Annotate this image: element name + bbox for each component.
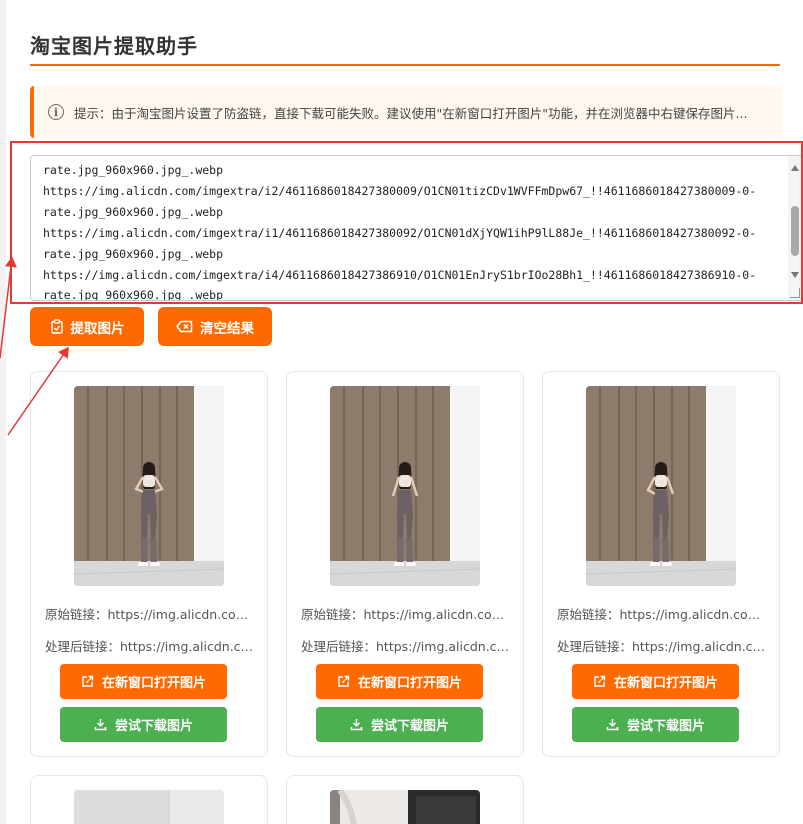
scroll-down-arrow-icon[interactable]: [791, 272, 799, 278]
extract-button-label: 提取图片: [70, 320, 125, 337]
download-button-label: 尝试下载图片: [626, 719, 705, 734]
url-line: rate.jpg_960x960.jpg_.webp: [43, 288, 224, 301]
open-in-new-window-button[interactable]: 在新窗口打开图片: [572, 664, 739, 699]
backspace-icon: [176, 320, 193, 333]
open-in-new-window-button[interactable]: 在新窗口打开图片: [60, 664, 227, 699]
open-in-new-window-button[interactable]: 在新窗口打开图片: [316, 664, 483, 699]
original-link: 原始链接：https://img.alicdn.com...: [557, 607, 767, 622]
product-image[interactable]: [74, 386, 224, 586]
image-card: [30, 775, 268, 824]
scroll-up-arrow-icon[interactable]: [791, 165, 799, 171]
clipboard-icon: [50, 319, 63, 334]
download-image-button[interactable]: 尝试下载图片: [60, 707, 227, 742]
info-icon: i: [48, 104, 64, 120]
app-page: 淘宝图片提取助手 i 提示：由于淘宝图片设置了防盗链，直接下载可能失败。建议使用…: [6, 0, 803, 824]
external-link-icon: [594, 675, 606, 687]
download-image-button[interactable]: 尝试下载图片: [316, 707, 483, 742]
download-icon: [606, 719, 619, 731]
original-link: 原始链接：https://img.alicdn.com...: [301, 607, 511, 622]
product-image[interactable]: [74, 790, 224, 824]
url-line: rate.jpg_960x960.jpg_.webp: [43, 204, 224, 219]
textarea-scrollbar[interactable]: [788, 156, 802, 300]
image-card: 原始链接：https://img.alicdn.com... 处理后链接：htt…: [542, 371, 780, 757]
product-image[interactable]: [330, 790, 480, 824]
url-line: https://img.alicdn.com/imgextra/i1/46116…: [43, 225, 757, 240]
image-card: [286, 775, 524, 824]
download-icon: [94, 719, 107, 731]
notice-text: 提示：由于淘宝图片设置了防盗链，直接下载可能失败。建议使用"在新窗口打开图片"功…: [74, 105, 748, 121]
page-title: 淘宝图片提取助手: [30, 34, 198, 58]
extract-images-button[interactable]: 提取图片: [30, 307, 144, 346]
original-link: 原始链接：https://img.alicdn.com...: [45, 607, 255, 622]
image-card: 原始链接：https://img.alicdn.com... 处理后链接：htt…: [286, 371, 524, 757]
processed-link: 处理后链接：https://img.alicdn.co...: [557, 639, 767, 654]
product-image[interactable]: [330, 386, 480, 586]
resize-grip-icon[interactable]: [790, 288, 800, 298]
url-line: https://img.alicdn.com/imgextra/i2/46116…: [43, 183, 757, 198]
processed-link: 处理后链接：https://img.alicdn.co...: [301, 639, 511, 654]
product-image[interactable]: [586, 386, 736, 586]
processed-link: 处理后链接：https://img.alicdn.co...: [45, 639, 255, 654]
clear-button-label: 清空结果: [200, 320, 254, 337]
title-divider: [30, 64, 780, 66]
image-card: 原始链接：https://img.alicdn.com... 处理后链接：htt…: [30, 371, 268, 757]
download-icon: [350, 719, 363, 731]
notice-banner: i 提示：由于淘宝图片设置了防盗链，直接下载可能失败。建议使用"在新窗口打开图片…: [30, 86, 782, 138]
url-textarea[interactable]: rate.jpg_960x960.jpg_.webp https://img.a…: [30, 155, 803, 301]
url-line: rate.jpg_960x960.jpg_.webp: [43, 163, 224, 177]
download-button-label: 尝试下载图片: [114, 719, 193, 734]
external-link-icon: [82, 675, 94, 687]
url-line: https://img.alicdn.com/imgextra/i4/46116…: [43, 267, 757, 282]
download-image-button[interactable]: 尝试下载图片: [572, 707, 739, 742]
download-button-label: 尝试下载图片: [370, 719, 449, 734]
open-button-label: 在新窗口打开图片: [101, 676, 206, 691]
url-line: rate.jpg_960x960.jpg_.webp: [43, 246, 224, 261]
open-button-label: 在新窗口打开图片: [357, 676, 462, 691]
open-button-label: 在新窗口打开图片: [613, 676, 718, 691]
external-link-icon: [338, 675, 350, 687]
scrollbar-thumb[interactable]: [791, 206, 799, 256]
url-lines: rate.jpg_960x960.jpg_.webp https://img.a…: [43, 160, 757, 301]
clear-results-button[interactable]: 清空结果: [158, 307, 272, 346]
